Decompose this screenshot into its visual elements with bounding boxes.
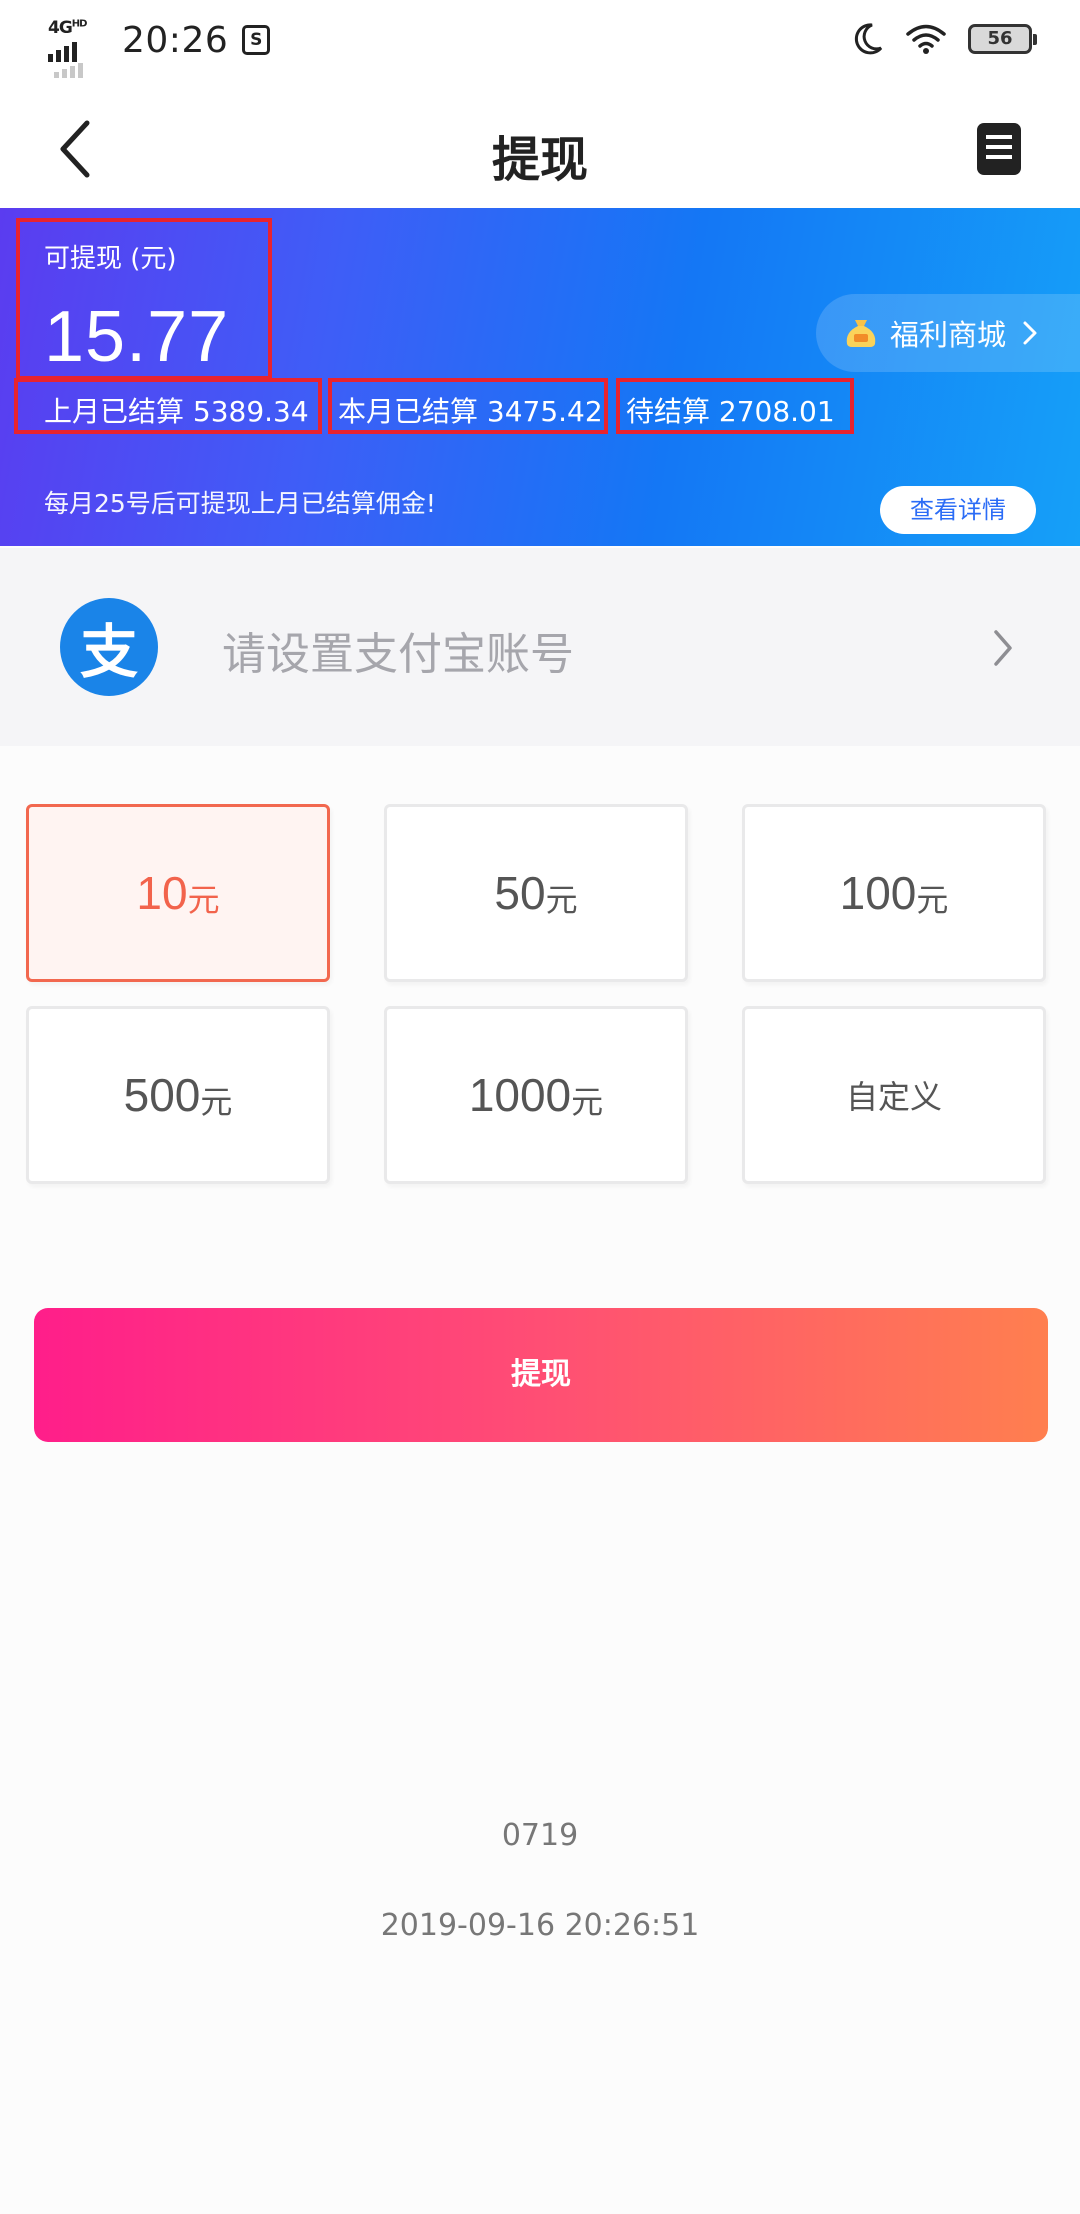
- amount-option-1000[interactable]: 1000 元: [384, 1006, 688, 1184]
- moon-icon: [854, 23, 883, 55]
- signal-indicator: 4GHD: [48, 18, 104, 62]
- amount-option-500[interactable]: 500 元: [26, 1006, 330, 1184]
- view-details-button[interactable]: 查看详情: [880, 486, 1036, 534]
- amount-option-100[interactable]: 100 元: [742, 804, 1046, 982]
- status-time: 20:26: [122, 19, 229, 61]
- wifi-icon: [906, 24, 946, 54]
- s-badge-icon: S: [242, 25, 271, 55]
- balance-banner: 可提现 (元) 15.77 上月已结算 5389.34 本月已结算 3475.4…: [0, 208, 1080, 546]
- balance-value: 15.77: [44, 297, 230, 377]
- secondary-signal-icon: [54, 63, 83, 78]
- welfare-mall-button[interactable]: 福利商城: [816, 294, 1080, 372]
- page-title: 提现: [491, 132, 588, 188]
- app-header: 提现: [0, 90, 1080, 208]
- chevron-right-icon: [994, 630, 1012, 666]
- amount-option-custom[interactable]: 自定义: [742, 1006, 1046, 1184]
- money-bag-icon: [846, 320, 876, 347]
- amount-option-10[interactable]: 10 元: [26, 804, 330, 982]
- status-bar-right: 56: [852, 22, 1037, 56]
- alipay-account-row[interactable]: 支 请设置支付宝账号: [0, 548, 1080, 746]
- chevron-right-icon: [1023, 321, 1037, 345]
- records-button[interactable]: [970, 118, 1028, 180]
- signal-bars-icon: [48, 42, 77, 62]
- this-month-settled: 本月已结算 3475.42: [338, 395, 603, 428]
- network-type: 4GHD: [48, 18, 87, 38]
- status-bar: 4GHD 20:26 S 56: [0, 0, 1080, 90]
- document-icon: [977, 123, 1021, 175]
- status-bar-left: 4GHD 20:26 S: [48, 18, 271, 78]
- footer-timestamp: 2019-09-16 20:26:51: [380, 1908, 700, 1943]
- alipay-account-prompt: 请设置支付宝账号: [222, 629, 574, 680]
- footer-code: 0719: [501, 1818, 579, 1853]
- amount-option-50[interactable]: 50 元: [384, 804, 688, 982]
- pending-settlement: 待结算 2708.01: [626, 395, 835, 428]
- withdraw-notice: 每月25号后可提现上月已结算佣金!: [44, 489, 436, 518]
- battery-indicator: 56: [968, 24, 1037, 54]
- withdraw-submit-button[interactable]: 提现: [34, 1308, 1048, 1442]
- last-month-settled: 上月已结算 5389.34: [44, 395, 309, 428]
- withdraw-page: 4GHD 20:26 S 56 提现 可提现 (元) 15.77 上月已结算 5…: [0, 0, 1080, 2214]
- welfare-mall-label: 福利商城: [890, 318, 1007, 352]
- alipay-icon: 支: [60, 598, 158, 696]
- balance-label: 可提现 (元): [44, 244, 177, 274]
